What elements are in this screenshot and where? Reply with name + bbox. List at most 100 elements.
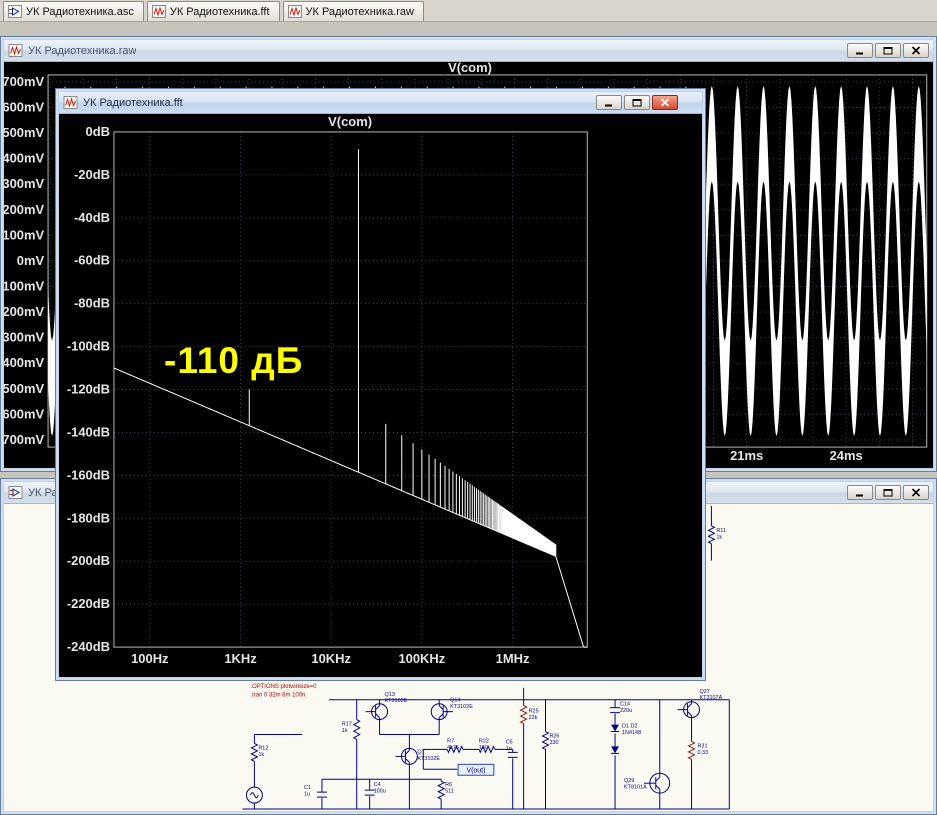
svg-text:220u: 220u: [620, 708, 632, 714]
window-raw-titlebar[interactable]: УК Радиотехника.raw: [4, 40, 933, 62]
svg-text:D1 D2: D1 D2: [622, 724, 637, 730]
svg-text:1u: 1u: [304, 792, 310, 798]
svg-text:1n: 1n: [506, 746, 512, 752]
svg-text:V(com): V(com): [448, 62, 492, 75]
svg-text:-240dB: -240dB: [67, 639, 110, 654]
svg-text:Q13: Q13: [385, 692, 395, 698]
svg-text:R11: R11: [716, 528, 726, 534]
svg-text:-700mV: -700mV: [4, 432, 44, 447]
close-button[interactable]: [903, 43, 929, 58]
fft-plot-svg: 0dB -20dB -40dB -60dB -80dB -100dB -120dB -140d…: [67, 114, 588, 666]
svg-text:KT3102E: KT3102E: [417, 756, 440, 762]
minimize-button[interactable]: [596, 95, 622, 110]
svg-text:10KHz: 10KHz: [311, 651, 351, 666]
svg-text:100mV: 100mV: [4, 227, 44, 242]
svg-text:R31: R31: [698, 743, 708, 749]
svg-text:100Hz: 100Hz: [131, 651, 168, 666]
svg-text:-400mV: -400mV: [4, 355, 44, 370]
svg-text:-500mV: -500mV: [4, 381, 44, 396]
svg-text:-160dB: -160dB: [67, 467, 110, 482]
svg-text:C4: C4: [374, 782, 381, 788]
svg-text:1k: 1k: [258, 752, 264, 758]
tab-raw-label: УК Радиотехника.raw: [305, 5, 414, 18]
svg-text:700mV: 700mV: [4, 74, 44, 89]
document-tabbar: УК Радиотехника.asc УК Радиотехника.fft …: [0, 0, 937, 22]
svg-text:R6: R6: [445, 782, 452, 788]
svg-text:.OPTIONS plotwinsize=0: .OPTIONS plotwinsize=0: [250, 684, 317, 690]
maximize-button[interactable]: [875, 485, 901, 500]
svg-text:R22: R22: [479, 738, 489, 744]
close-button[interactable]: [652, 95, 678, 110]
maximize-button[interactable]: [624, 95, 650, 110]
svg-text:1KHz: 1KHz: [224, 651, 256, 666]
svg-text:1k: 1k: [342, 728, 348, 734]
svg-text:330: 330: [549, 740, 558, 746]
svg-text:Q27: Q27: [699, 689, 709, 695]
minimize-button[interactable]: [847, 43, 873, 58]
svg-text:160: 160: [479, 745, 488, 751]
waveform-window-icon: [63, 96, 78, 109]
svg-text:1k: 1k: [716, 534, 722, 540]
svg-text:100KHz: 100KHz: [398, 651, 445, 666]
svg-text:R12: R12: [258, 745, 268, 751]
svg-text:-200mV: -200mV: [4, 304, 44, 319]
svg-text:0dB: 0dB: [86, 124, 110, 139]
svg-text:-300mV: -300mV: [4, 330, 44, 345]
maximize-button[interactable]: [875, 43, 901, 58]
waveform-doc-icon: [287, 5, 302, 18]
svg-text:-80dB: -80dB: [74, 296, 110, 311]
svg-text:KT3102E: KT3102E: [385, 698, 408, 704]
window-fft-title: УК Радиотехника.fft: [83, 96, 183, 109]
svg-text:0.33: 0.33: [698, 750, 709, 756]
svg-text:400mV: 400mV: [4, 151, 44, 166]
svg-text:Q7: Q7: [417, 749, 424, 755]
minimize-button[interactable]: [847, 485, 873, 500]
svg-text:R17: R17: [342, 722, 352, 728]
tab-asc-label: УК Радиотехника.asc: [26, 5, 134, 18]
svg-text:1N4148: 1N4148: [622, 730, 641, 736]
svg-text:R26: R26: [549, 733, 559, 739]
tab-asc[interactable]: УК Радиотехника.asc: [3, 1, 144, 21]
close-button[interactable]: [903, 485, 929, 500]
svg-text:22k: 22k: [529, 715, 538, 721]
svg-text:24ms: 24ms: [830, 448, 863, 463]
waveform-doc-icon: [151, 5, 166, 18]
svg-text:100u: 100u: [374, 789, 386, 795]
svg-text:4k75: 4k75: [447, 745, 459, 751]
fft-annotation: -110 дБ: [164, 340, 304, 381]
tab-raw[interactable]: УК Радиотехника.raw: [282, 1, 424, 21]
svg-text:-140dB: -140dB: [67, 424, 110, 439]
svg-text:C5: C5: [506, 739, 513, 745]
svg-text:C1: C1: [304, 785, 311, 791]
window-controls: [847, 485, 929, 500]
schematic-doc-icon: [8, 5, 22, 18]
svg-text:-100mV: -100mV: [4, 278, 44, 293]
schematic-window-icon: [8, 486, 23, 499]
svg-text:-20dB: -20dB: [74, 167, 110, 182]
fft-plot-pane[interactable]: 0dB -20dB -40dB -60dB -80dB -100dB -120dB -140d…: [59, 114, 702, 677]
svg-text:-120dB: -120dB: [67, 382, 110, 397]
window-raw-title: УК Радиотехника.raw: [28, 44, 137, 57]
svg-text:21ms: 21ms: [730, 448, 763, 463]
svg-text:1MHz: 1MHz: [496, 651, 530, 666]
svg-text:Q29: Q29: [624, 778, 634, 784]
ltspice-app: УК Радиотехника.asc УК Радиотехника.fft …: [0, 0, 937, 815]
tab-fft[interactable]: УК Радиотехника.fft: [146, 1, 280, 21]
svg-text:KT3102E: KT3102E: [450, 704, 473, 710]
svg-text:511: 511: [445, 789, 454, 795]
svg-text:-220dB: -220dB: [67, 596, 110, 611]
svg-text:0mV: 0mV: [17, 253, 45, 268]
tab-fft-label: УК Радиотехника.fft: [169, 5, 270, 18]
svg-text:300mV: 300mV: [4, 176, 44, 191]
svg-text:V(out): V(out): [466, 767, 485, 774]
svg-text:V(com): V(com): [328, 114, 372, 129]
svg-text:R7: R7: [447, 738, 454, 744]
svg-text:C14: C14: [620, 702, 630, 708]
svg-text:200mV: 200mV: [4, 202, 44, 217]
svg-text:.tran 0 32m 6m 100n: .tran 0 32m 6m 100n: [250, 693, 305, 699]
svg-text:KT8101A: KT8101A: [624, 785, 647, 791]
window-fft-titlebar[interactable]: УК Радиотехника.fft: [59, 92, 702, 114]
svg-text:R25: R25: [529, 709, 539, 715]
svg-text:600mV: 600mV: [4, 99, 44, 114]
fft-noise-floor: [113, 367, 588, 648]
